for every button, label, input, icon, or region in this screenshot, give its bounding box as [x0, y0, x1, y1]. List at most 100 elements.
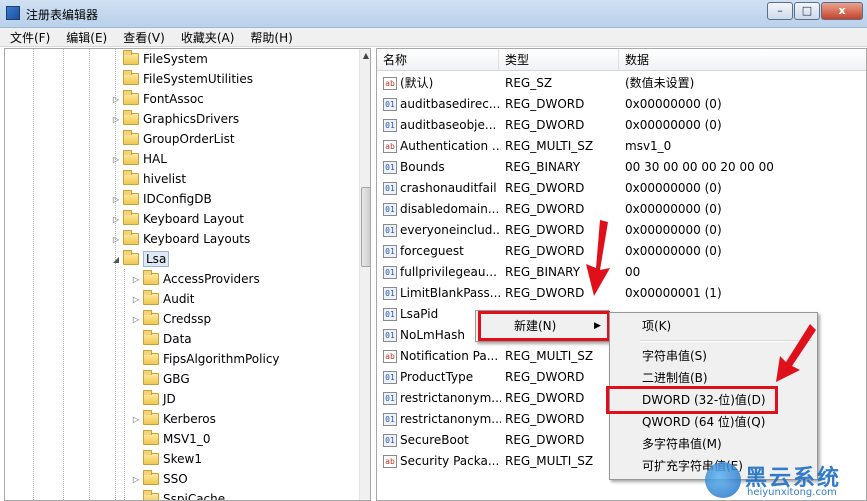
expand-arrow-icon[interactable]: ▷	[111, 215, 121, 224]
title-bar: 注册表编辑器 – □ x	[0, 0, 867, 28]
tree-item-label: GraphicsDrivers	[143, 112, 240, 126]
tree-item[interactable]: ▷ GraphicsDrivers	[111, 109, 239, 129]
list-row[interactable]: 01 crashonauditfail REG_DWORD 0x00000000 (0…	[377, 178, 866, 199]
value-name-cell: ab (默认)	[383, 73, 501, 94]
tree-item-label: GBG	[163, 372, 190, 386]
binary-value-icon: 01	[383, 434, 397, 447]
column-header-type[interactable]: 类型	[499, 49, 619, 71]
value-name: crashonauditfail	[400, 181, 497, 195]
submenu-key[interactable]: 项(K)	[642, 315, 671, 337]
value-type-cell: REG_DWORD	[505, 391, 585, 405]
expand-arrow-icon[interactable]: ▷	[131, 275, 141, 284]
tree-item[interactable]: FileSystemUtilities	[111, 69, 253, 89]
expand-arrow-icon[interactable]: ▷	[131, 475, 141, 484]
menu-edit[interactable]: 编辑(E)	[60, 29, 113, 46]
expand-arrow-icon[interactable]: ▷	[111, 195, 121, 204]
tree-item[interactable]: hivelist	[111, 169, 186, 189]
close-button[interactable]: x	[821, 2, 863, 20]
expand-arrow-icon[interactable]: ▷	[111, 115, 121, 124]
tree-item[interactable]: FipsAlgorithmPolicy	[131, 349, 280, 369]
column-header-data[interactable]: 数据	[619, 49, 866, 71]
tree-item[interactable]: ▷ SSO	[131, 469, 188, 489]
list-row[interactable]: ab (默认) REG_SZ (数值未设置)	[377, 73, 866, 94]
tree-item-label: Data	[163, 332, 192, 346]
tree-item[interactable]: ▷ IDConfigDB	[111, 189, 212, 209]
tree-item[interactable]: MSV1_0	[131, 429, 210, 449]
value-name-cell: 01 SecureBoot	[383, 430, 501, 451]
expand-arrow-icon[interactable]: ▷	[131, 315, 141, 324]
registry-tree[interactable]: FileSystem FileSystemUtilities ▷ FontAssoc ▷…	[4, 48, 371, 501]
maximize-button[interactable]: □	[794, 2, 820, 20]
submenu-multi-string-value[interactable]: 多字符串值(M)	[642, 433, 722, 455]
binary-value-icon: 01	[383, 224, 397, 237]
folder-icon	[143, 270, 159, 285]
submenu-string-value[interactable]: 字符串值(S)	[642, 345, 707, 367]
collapse-arrow-icon[interactable]: ◢	[111, 255, 121, 264]
folder-icon	[143, 470, 159, 485]
value-data-cell: (数值未设置)	[625, 76, 695, 90]
value-name-cell: 01 crashonauditfail	[383, 178, 501, 199]
scroll-up-arrow-icon[interactable]: ▲	[360, 49, 370, 63]
list-row[interactable]: 01 fullprivilegeau... REG_BINARY 00	[377, 262, 866, 283]
tree-item[interactable]: Data	[131, 329, 192, 349]
tree-item[interactable]: ▷ Credssp	[131, 309, 211, 329]
value-name: (默认)	[400, 76, 434, 90]
menu-favorites[interactable]: 收藏夹(A)	[175, 29, 241, 46]
list-row[interactable]: 01 disabledomain... REG_DWORD 0x00000000 (0…	[377, 199, 866, 220]
tree-item[interactable]: GroupOrderList	[111, 129, 235, 149]
tree-item[interactable]: JD	[131, 389, 176, 409]
list-row[interactable]: 01 auditbasedirec... REG_DWORD 0x00000000 (…	[377, 94, 866, 115]
tree-item-label: Kerberos	[163, 412, 216, 426]
column-header-name[interactable]: 名称	[377, 49, 499, 71]
tree-item[interactable]: ▷ Keyboard Layouts	[111, 229, 250, 249]
tree-item[interactable]: GBG	[131, 369, 190, 389]
tree-scrollbar[interactable]: ▲	[359, 49, 370, 500]
value-type-cell: REG_DWORD	[505, 433, 585, 447]
menu-help[interactable]: 帮助(H)	[244, 29, 298, 46]
value-type-cell: REG_MULTI_SZ	[505, 349, 594, 363]
tree-item[interactable]: ▷ HAL	[111, 149, 167, 169]
value-name: LimitBlankPass...	[400, 286, 501, 300]
tree-item-label: SspiCache	[163, 492, 226, 501]
list-row[interactable]: 01 LimitBlankPass... REG_DWORD 0x00000001 (…	[377, 283, 866, 304]
menu-file[interactable]: 文件(F)	[4, 29, 56, 46]
folder-icon	[123, 190, 139, 205]
tree-item[interactable]: ▷ FontAssoc	[111, 89, 204, 109]
list-row[interactable]: 01 everyoneinclud... REG_DWORD 0x00000000 (…	[377, 220, 866, 241]
tree-item[interactable]: Skew1	[131, 449, 202, 469]
expand-arrow-icon[interactable]: ▷	[111, 155, 121, 164]
menu-bar: 文件(F) 编辑(E) 查看(V) 收藏夹(A) 帮助(H)	[0, 28, 867, 47]
red-arrow-down-icon	[586, 220, 610, 296]
expand-arrow-icon[interactable]: ▷	[111, 235, 121, 244]
expand-arrow-icon[interactable]: ▷	[131, 295, 141, 304]
list-row[interactable]: 01 Bounds REG_BINARY 00 30 00 00 00 20 00 0…	[377, 157, 866, 178]
list-row[interactable]: 01 auditbaseobje... REG_DWORD 0x00000000 (0…	[377, 115, 866, 136]
tree-item-label: hivelist	[143, 172, 187, 186]
list-row[interactable]: 01 forceguest REG_DWORD 0x00000000 (0)	[377, 241, 866, 262]
tree-item-label: HAL	[143, 152, 167, 166]
tree-item[interactable]: ◢ Lsa	[111, 249, 170, 269]
value-name: restrictanonym...	[400, 412, 501, 426]
submenu-qword-value[interactable]: QWORD (64 位)值(Q)	[642, 411, 765, 433]
tree-item[interactable]: ▷ AccessProviders	[131, 269, 260, 289]
tree-item[interactable]: SspiCache	[131, 489, 226, 501]
value-name-cell: 01 disabledomain...	[383, 199, 501, 220]
value-data-cell: 0x00000000 (0)	[625, 181, 722, 195]
expand-arrow-icon[interactable]: ▷	[131, 415, 141, 424]
list-row[interactable]: ab Authentication ... REG_MULTI_SZ msv1_0	[377, 136, 866, 157]
tree-item[interactable]: ▷ Audit	[131, 289, 194, 309]
value-data-cell: 0x00000000 (0)	[625, 118, 722, 132]
menu-view[interactable]: 查看(V)	[117, 29, 171, 46]
tree-item[interactable]: ▷ Kerberos	[131, 409, 216, 429]
tree-item[interactable]: FileSystem	[111, 49, 208, 69]
folder-icon	[123, 50, 139, 65]
tree-item[interactable]: ▷ Keyboard Layout	[111, 209, 244, 229]
expand-arrow-icon[interactable]: ▷	[111, 95, 121, 104]
folder-icon	[143, 410, 159, 425]
scroll-thumb[interactable]	[361, 187, 370, 267]
list-header: 名称 类型 数据	[377, 49, 866, 71]
value-name: ProductType	[400, 370, 474, 384]
folder-icon	[143, 450, 159, 465]
minimize-button[interactable]: –	[767, 2, 793, 20]
value-name: SecureBoot	[400, 433, 469, 447]
